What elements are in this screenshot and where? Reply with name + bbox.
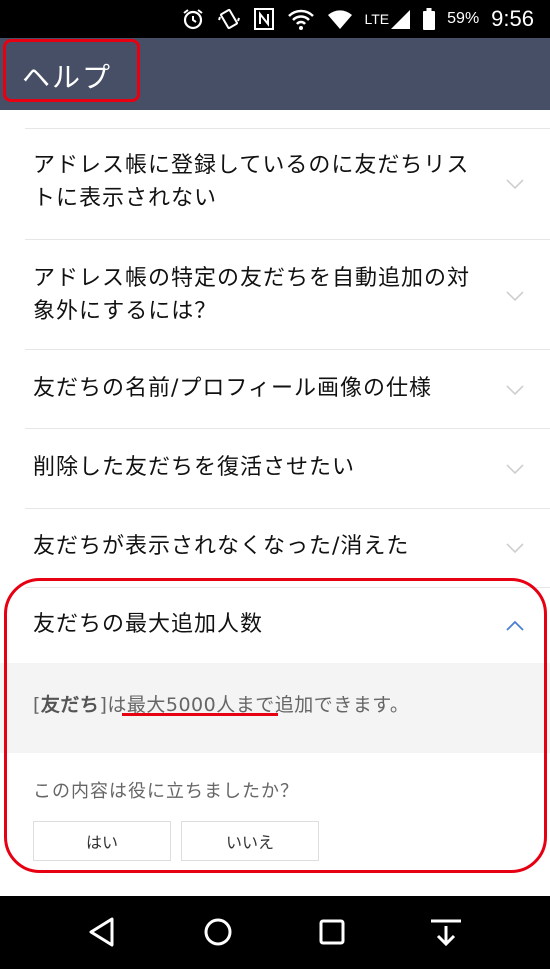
faq-item-label: 友だちの名前/プロフィール画像の仕様 xyxy=(33,376,432,401)
recents-icon[interactable] xyxy=(314,914,350,950)
chevron-down-icon xyxy=(506,291,524,302)
help-content[interactable]: アドレス帳に登録しているのに友だちリストに表示されない アドレス帳の特定の友だち… xyxy=(0,110,550,896)
feedback-yes-button[interactable]: はい xyxy=(33,821,171,861)
faq-item-label: アドレス帳の特定の友だちを自動追加の対象外にするには？ xyxy=(33,266,471,324)
faq-item-restore-deleted-friend[interactable]: 削除した友だちを復活させたい xyxy=(0,429,550,508)
chevron-up-icon xyxy=(506,620,524,631)
page-title: ヘルプ xyxy=(22,61,113,94)
lte-signal-icon: LTE xyxy=(365,6,412,32)
faq-item-name-profile-spec[interactable]: 友だちの名前/プロフィール画像の仕様 xyxy=(0,350,550,428)
answer-term: 友だち xyxy=(40,694,100,716)
battery-icon xyxy=(423,6,436,32)
back-icon[interactable] xyxy=(84,914,120,950)
chevron-down-icon xyxy=(506,179,524,190)
status-bar: LTE 59% 9:56 xyxy=(0,0,550,38)
feedback-no-button[interactable]: いいえ xyxy=(181,821,319,861)
faq-item-label: アドレス帳に登録しているのに友だちリストに表示されない xyxy=(33,153,470,211)
notification-pulldown-icon[interactable] xyxy=(428,914,464,950)
clock: 9:56 xyxy=(491,6,534,31)
faq-answer-panel: [友だち]は最大5000人まで追加できます。 xyxy=(0,663,550,753)
alarm-icon xyxy=(181,6,205,32)
wifi-icon xyxy=(327,6,353,32)
faq-item-exclude-auto-add[interactable]: アドレス帳の特定の友だちを自動追加の対象外にするには？ xyxy=(0,240,550,349)
faq-item-label: 友だちの最大追加人数 xyxy=(33,612,264,637)
chevron-down-icon xyxy=(506,385,524,396)
chevron-down-icon xyxy=(506,464,524,475)
chevron-down-icon xyxy=(506,543,524,554)
wifi-calling-icon xyxy=(287,6,315,32)
faq-item-max-friends[interactable]: 友だちの最大追加人数 xyxy=(0,588,550,663)
system-nav-bar xyxy=(0,896,550,969)
home-icon[interactable] xyxy=(200,914,236,950)
faq-item-label: 削除した友だちを復活させたい xyxy=(33,455,356,480)
faq-item-address-book-not-shown[interactable]: アドレス帳に登録しているのに友だちリストに表示されない xyxy=(0,129,550,239)
faq-item-label: 友だちが表示されなくなった/消えた xyxy=(33,534,410,559)
nfc-icon xyxy=(253,6,275,32)
answer-annotation-underline xyxy=(122,713,278,716)
vibrate-icon xyxy=(217,6,241,32)
status-icons: LTE 59% 9:56 xyxy=(181,4,534,34)
app-bar: ヘルプ xyxy=(0,38,550,110)
feedback-question: この内容は役に立ちましたか？ xyxy=(33,781,299,802)
faq-item-friends-disappeared[interactable]: 友だちが表示されなくなった/消えた xyxy=(0,509,550,587)
battery-percent: 59% xyxy=(447,10,480,27)
